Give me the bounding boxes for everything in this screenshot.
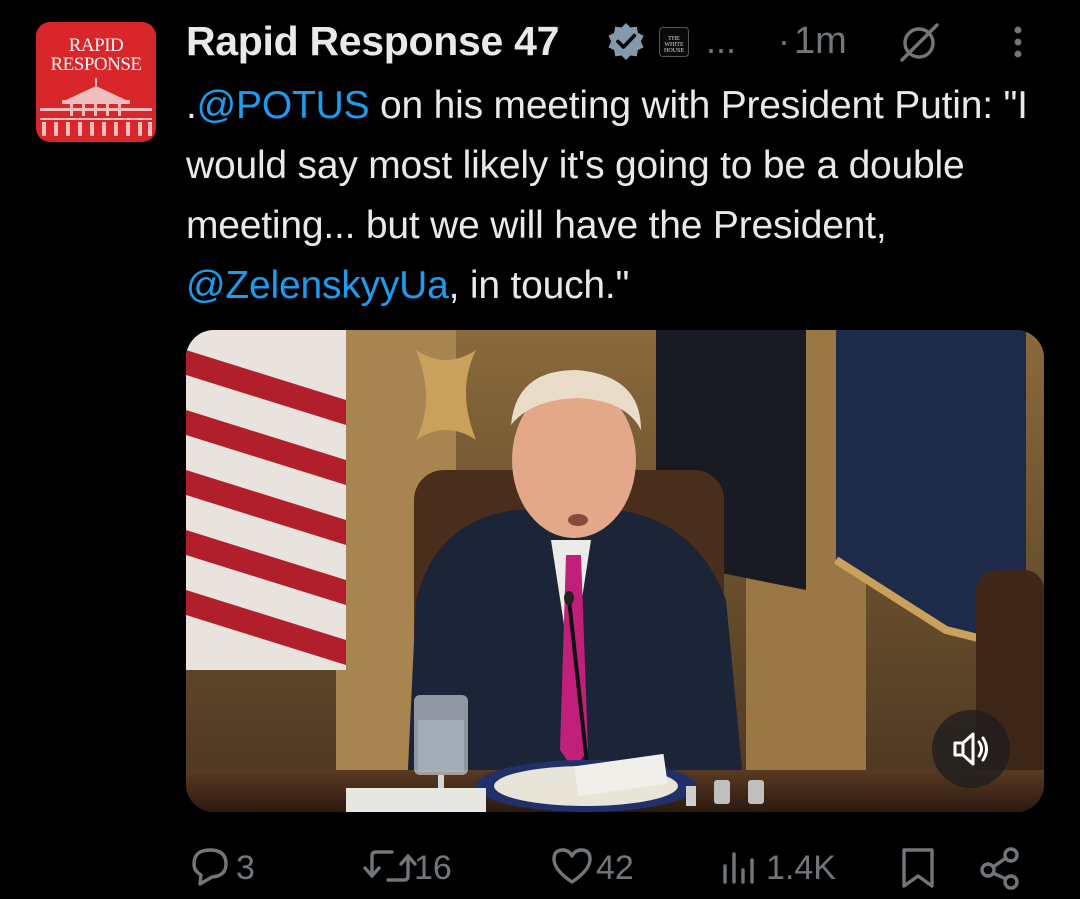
- display-name[interactable]: Rapid Response 47: [186, 18, 559, 64]
- verified-badge-icon: [608, 23, 644, 60]
- reply-count: 3: [236, 849, 255, 887]
- repost-button[interactable]: 16: [362, 840, 472, 892]
- avatar-logo-text: RAPID RESPONSE: [50, 35, 142, 75]
- name-ellipsis: ...: [706, 20, 737, 61]
- tweet-text-part-2: , in touch.": [448, 264, 630, 307]
- bookmark-icon: [902, 848, 934, 888]
- analytics-icon: [723, 852, 754, 884]
- like-count: 42: [596, 849, 634, 887]
- grok-icon[interactable]: [898, 22, 940, 62]
- avatar[interactable]: RAPID RESPONSE: [36, 22, 156, 142]
- mention-potus[interactable]: @POTUS: [197, 84, 370, 127]
- affiliation-badge-text: THE WHITE HOUSE: [663, 36, 684, 54]
- share-button[interactable]: [978, 840, 1022, 892]
- repost-icon: [363, 850, 417, 882]
- heart-icon: [552, 848, 592, 884]
- like-button[interactable]: 42: [550, 840, 660, 892]
- mention-zelenskyyua[interactable]: @ZelenskyyUa: [186, 264, 449, 307]
- repost-count: 16: [414, 849, 452, 887]
- white-house-icon: [40, 78, 152, 136]
- more-options-icon[interactable]: [1006, 22, 1030, 62]
- timestamp[interactable]: 1m: [794, 18, 847, 64]
- reply-button[interactable]: 3: [190, 840, 270, 892]
- video-player[interactable]: [186, 330, 1044, 812]
- tweet-text: .@POTUS on his meeting with President Pu…: [186, 76, 1046, 316]
- reply-icon: [192, 848, 228, 886]
- share-icon: [980, 847, 1019, 890]
- affiliation-badge[interactable]: THE WHITE HOUSE: [659, 27, 689, 57]
- mute-toggle-button[interactable]: [932, 710, 1010, 788]
- action-bar: 3 16 42 1.4K: [186, 840, 1046, 892]
- us-flag: [186, 330, 346, 670]
- view-count: 1.4K: [766, 849, 836, 887]
- tweet-header: Rapid Response 47 THE WHITE HOUSE ... · …: [186, 18, 1046, 64]
- video-frame: [186, 330, 1044, 812]
- separator-dot: ·: [778, 20, 790, 61]
- views-button[interactable]: 1.4K: [720, 840, 850, 892]
- tweet-text-prefix: .: [186, 84, 197, 127]
- speaker-muted-icon: [953, 732, 988, 766]
- bookmark-button[interactable]: [898, 840, 938, 892]
